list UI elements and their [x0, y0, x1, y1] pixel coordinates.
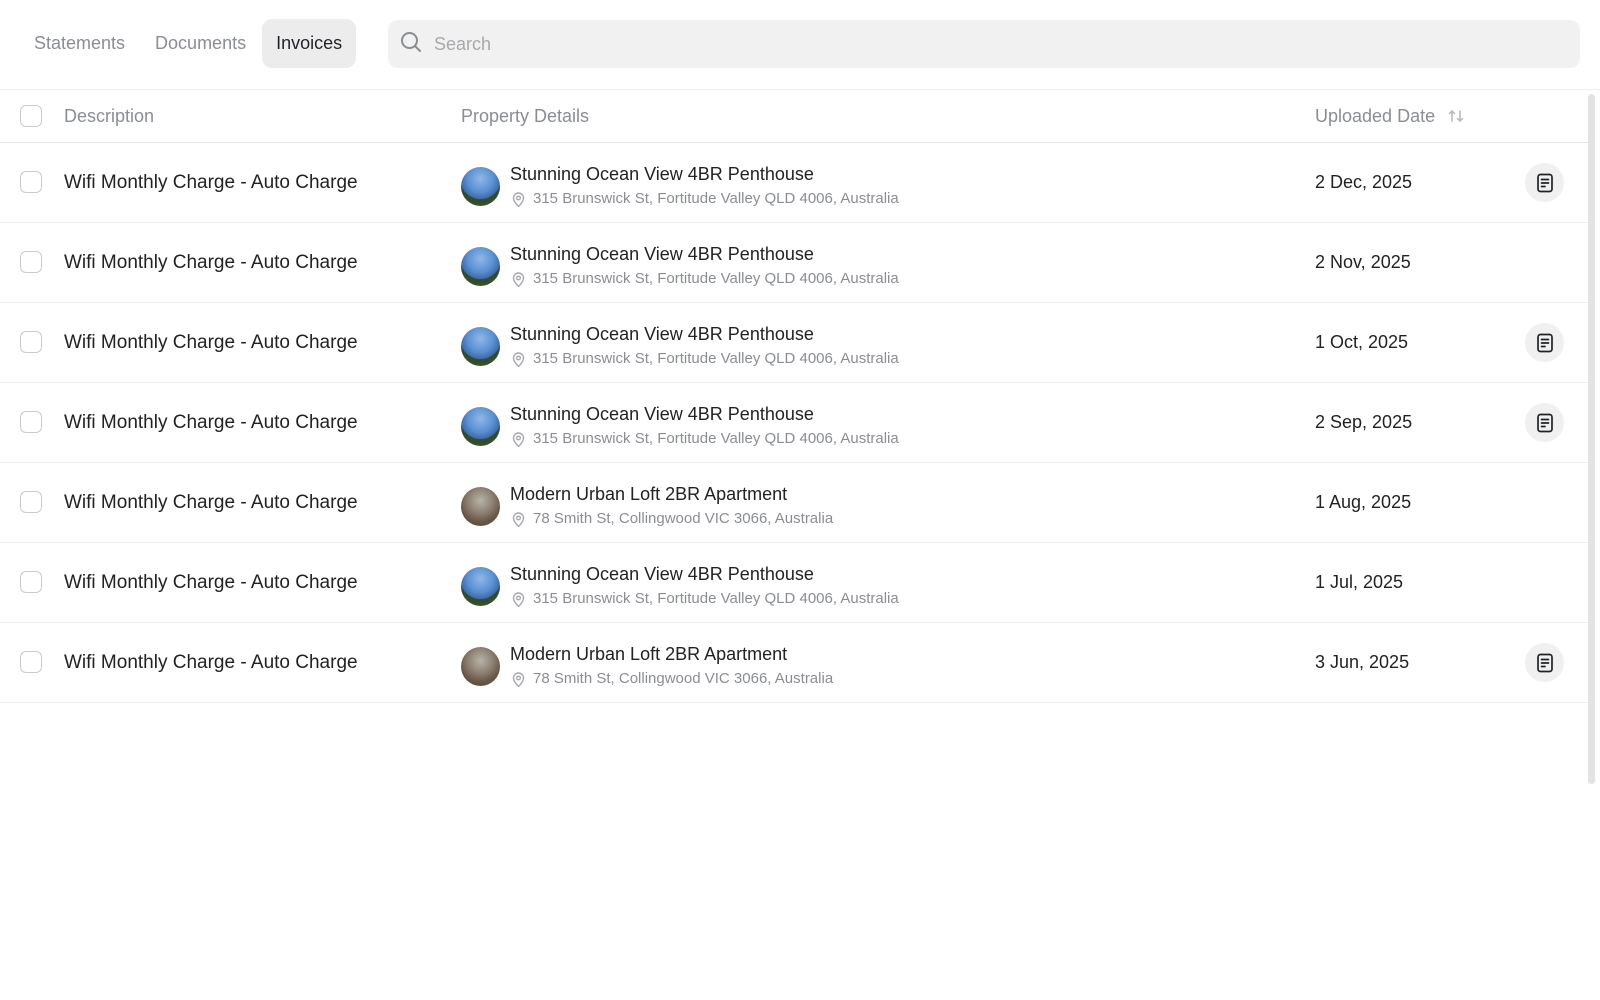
view-document-button[interactable] [1525, 163, 1564, 202]
row-checkbox[interactable] [20, 571, 42, 593]
uploaded-date: 2 Nov, 2025 [1315, 252, 1411, 272]
row-description: Wifi Monthly Charge - Auto Charge [64, 492, 358, 513]
scrollbar[interactable] [1588, 94, 1595, 784]
row-description: Wifi Monthly Charge - Auto Charge [64, 172, 358, 193]
location-pin-icon [510, 351, 533, 368]
table-row[interactable]: Wifi Monthly Charge - Auto Charge Stunnin… [0, 223, 1588, 303]
property-name: Stunning Ocean View 4BR Penthouse [510, 324, 814, 344]
tab-statements[interactable]: Statements [20, 19, 139, 68]
property-address: 78 Smith St, Collingwood VIC 3066, Austr… [533, 510, 834, 527]
tab-documents[interactable]: Documents [141, 19, 260, 68]
location-pin-icon [510, 191, 533, 208]
uploaded-date-label: Uploaded Date [1315, 106, 1436, 126]
table-row[interactable]: Wifi Monthly Charge - Auto Charge Stunnin… [0, 383, 1588, 463]
uploaded-date: 2 Sep, 2025 [1315, 412, 1413, 432]
search-icon [400, 31, 422, 58]
table-row[interactable]: Wifi Monthly Charge - Auto Charge Stunnin… [0, 303, 1588, 383]
document-icon [1534, 412, 1556, 434]
row-checkbox[interactable] [20, 331, 42, 353]
property-name: Modern Urban Loft 2BR Apartment [510, 484, 788, 504]
invoices-table: Description Property Details Uploaded Da… [0, 90, 1588, 703]
uploaded-date: 1 Oct, 2025 [1315, 332, 1409, 352]
row-description: Wifi Monthly Charge - Auto Charge [64, 572, 358, 593]
row-checkbox[interactable] [20, 251, 42, 273]
property-details: Stunning Ocean View 4BR Penthouse 315 Bru… [461, 563, 899, 609]
property-address: 315 Brunswick St, Fortitude Valley QLD 4… [533, 190, 899, 207]
property-name: Stunning Ocean View 4BR Penthouse [510, 564, 814, 584]
property-address: 315 Brunswick St, Fortitude Valley QLD 4… [533, 430, 899, 447]
property-address: 315 Brunswick St, Fortitude Valley QLD 4… [533, 270, 899, 287]
row-description: Wifi Monthly Charge - Auto Charge [64, 332, 358, 353]
property-thumbnail [461, 326, 500, 366]
row-checkbox[interactable] [20, 651, 42, 673]
property-details: Stunning Ocean View 4BR Penthouse 315 Bru… [461, 163, 899, 209]
row-description: Wifi Monthly Charge - Auto Charge [64, 652, 358, 673]
property-thumbnail [461, 406, 500, 446]
search-input[interactable] [432, 32, 1536, 56]
table-header: Description Property Details Uploaded Da… [0, 90, 1588, 143]
location-pin-icon [510, 431, 533, 448]
table-row[interactable]: Wifi Monthly Charge - Auto Charge Modern … [0, 623, 1588, 703]
table-row[interactable]: Wifi Monthly Charge - Auto Charge Stunnin… [0, 143, 1588, 223]
search-bar[interactable] [388, 20, 1580, 68]
location-pin-icon [510, 671, 533, 688]
row-checkbox[interactable] [20, 171, 42, 193]
row-description: Wifi Monthly Charge - Auto Charge [64, 412, 358, 433]
uploaded-date: 3 Jun, 2025 [1315, 652, 1410, 672]
property-details: Modern Urban Loft 2BR Apartment 78 Smith … [461, 643, 833, 689]
property-address: 315 Brunswick St, Fortitude Valley QLD 4… [533, 590, 899, 607]
row-checkbox[interactable] [20, 491, 42, 513]
row-checkbox[interactable] [20, 411, 42, 433]
document-icon [1534, 172, 1556, 194]
document-icon [1534, 332, 1556, 354]
tab-invoices[interactable]: Invoices [262, 19, 357, 68]
description-header: Description [64, 106, 155, 126]
location-pin-icon [510, 271, 533, 288]
property-thumbnail [461, 566, 500, 606]
sort-icon[interactable] [1447, 107, 1465, 125]
document-icon [1534, 652, 1556, 674]
view-document-button[interactable] [1525, 403, 1564, 442]
location-pin-icon [510, 511, 533, 528]
property-name: Stunning Ocean View 4BR Penthouse [510, 404, 814, 424]
uploaded-date: 1 Jul, 2025 [1315, 572, 1404, 592]
table-row[interactable]: Wifi Monthly Charge - Auto Charge Stunnin… [0, 543, 1588, 623]
property-details: Stunning Ocean View 4BR Penthouse 315 Bru… [461, 403, 899, 449]
property-details: Modern Urban Loft 2BR Apartment 78 Smith … [461, 483, 833, 529]
uploaded-date: 2 Dec, 2025 [1315, 172, 1413, 192]
top-bar: Statements Documents Invoices [0, 0, 1600, 90]
view-document-button[interactable] [1525, 643, 1564, 682]
property-address: 315 Brunswick St, Fortitude Valley QLD 4… [533, 350, 899, 367]
property-details-header: Property Details [461, 106, 590, 126]
uploaded-date-header[interactable]: Uploaded Date [1315, 90, 1465, 142]
tab-bar: Statements Documents Invoices [20, 19, 358, 68]
property-name: Stunning Ocean View 4BR Penthouse [510, 244, 814, 264]
property-details: Stunning Ocean View 4BR Penthouse 315 Bru… [461, 243, 899, 289]
view-document-button[interactable] [1525, 323, 1564, 362]
property-thumbnail [461, 486, 500, 526]
property-address: 78 Smith St, Collingwood VIC 3066, Austr… [533, 670, 834, 687]
property-thumbnail [461, 166, 500, 206]
property-name: Stunning Ocean View 4BR Penthouse [510, 164, 814, 184]
location-pin-icon [510, 591, 533, 608]
property-thumbnail [461, 646, 500, 686]
uploaded-date: 1 Aug, 2025 [1315, 492, 1412, 512]
row-description: Wifi Monthly Charge - Auto Charge [64, 252, 358, 273]
select-all-checkbox[interactable] [20, 105, 42, 127]
property-details: Stunning Ocean View 4BR Penthouse 315 Bru… [461, 323, 899, 369]
property-name: Modern Urban Loft 2BR Apartment [510, 644, 788, 664]
property-thumbnail [461, 246, 500, 286]
table-row[interactable]: Wifi Monthly Charge - Auto Charge Modern … [0, 463, 1588, 543]
table-body: Wifi Monthly Charge - Auto Charge Stunnin… [0, 143, 1588, 703]
